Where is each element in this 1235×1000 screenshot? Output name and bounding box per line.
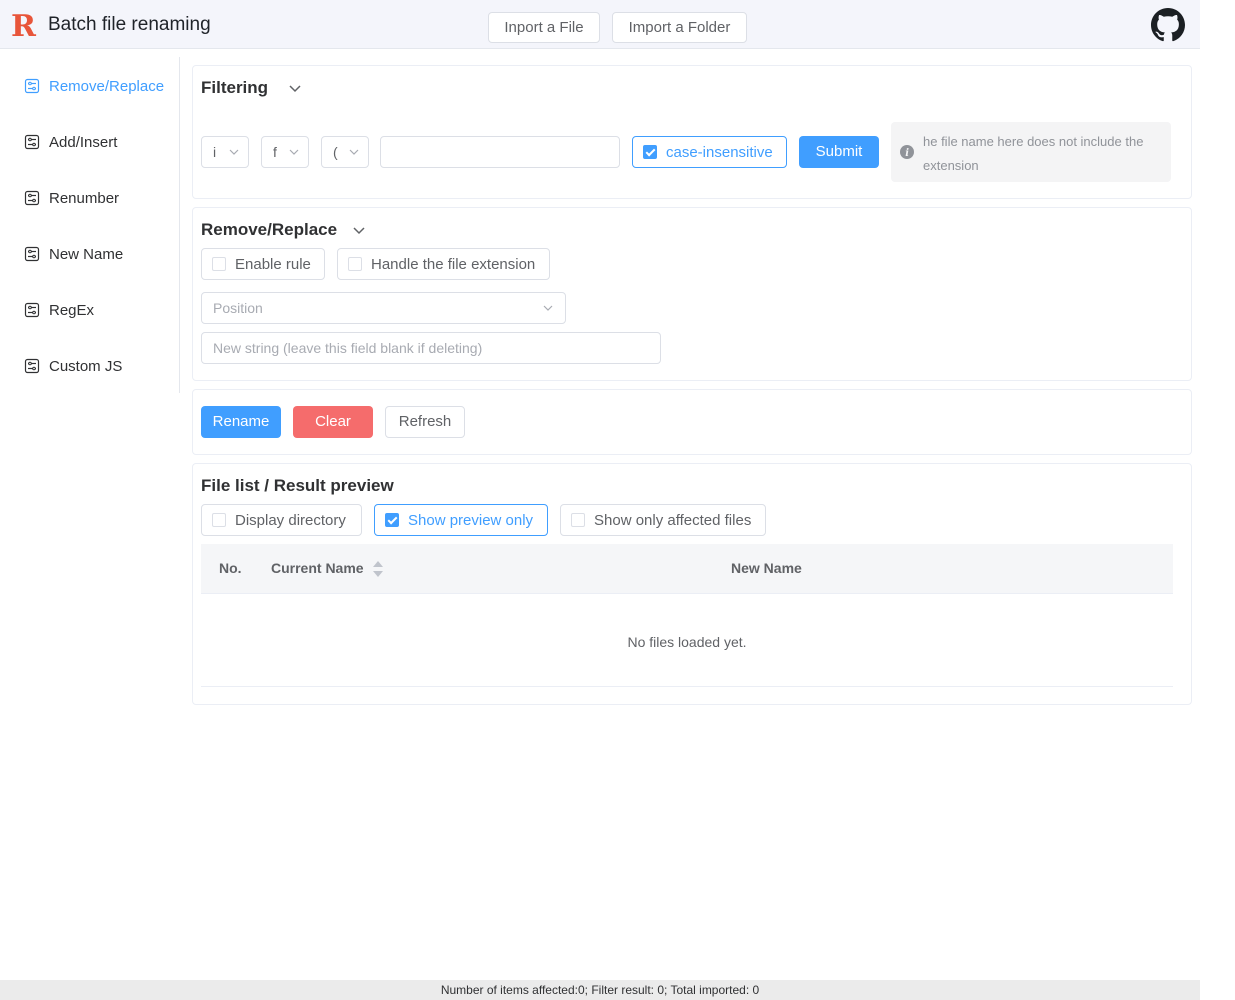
filter-input[interactable] [380, 136, 620, 168]
case-insensitive-label: case-insensitive [666, 143, 773, 161]
column-header-no: No. [219, 560, 242, 576]
empty-table-text: No files loaded yet. [627, 634, 747, 650]
remove-replace-title: Remove/Replace [201, 220, 338, 239]
sidebar-item-label: Renumber [49, 189, 120, 207]
svg-text:R: R [11, 9, 37, 39]
svg-text:i: i [905, 148, 909, 159]
handle-extension-checkbox[interactable]: Handle the file extension [337, 248, 550, 280]
chevron-down-icon [229, 149, 239, 155]
file-list-card: File list / Result preview Display direc… [192, 463, 1192, 705]
info-alert: i he file name here does not include the… [891, 122, 1171, 182]
column-header-new-name: New Name [731, 560, 802, 576]
sidebar-item-label: Remove/Replace [49, 77, 165, 95]
enable-rule-label: Enable rule [235, 255, 311, 273]
display-directory-label: Display directory [235, 511, 346, 529]
handle-extension-label: Handle the file extension [371, 255, 536, 273]
sidebar-item-label: RegEx [49, 301, 95, 319]
chevron-down-icon [289, 149, 299, 155]
filter-select-2-value: f [273, 144, 277, 160]
rule-icon [24, 134, 40, 150]
chevron-down-icon[interactable] [352, 223, 366, 237]
remove-replace-card: Remove/Replace Enable rule Handle the fi… [192, 207, 1192, 381]
rule-icon [24, 78, 40, 94]
status-bar: Number of items affected:0; Filter resul… [0, 980, 1200, 1000]
filter-select-1[interactable]: i [201, 136, 249, 168]
app-title: Batch file renaming [48, 14, 211, 35]
enable-rule-checkbox[interactable]: Enable rule [201, 248, 325, 280]
sidebar-item-new-name[interactable]: New Name [24, 244, 123, 264]
logo-r-icon: R [11, 9, 37, 39]
show-preview-only-checkbox[interactable]: Show preview only [374, 504, 548, 536]
filter-select-2[interactable]: f [261, 136, 309, 168]
sidebar-item-remove-replace[interactable]: Remove/Replace [24, 76, 164, 96]
sidebar-item-renumber[interactable]: Renumber [24, 188, 119, 208]
rule-icon [24, 190, 40, 206]
rename-button[interactable]: Rename [201, 406, 281, 438]
sidebar-item-custom-js[interactable]: Custom JS [24, 356, 122, 376]
filter-select-3-value: ( [333, 144, 338, 160]
new-string-input[interactable]: New string (leave this field blank if de… [201, 332, 661, 364]
sort-icon[interactable] [372, 560, 384, 578]
show-affected-label: Show only affected files [594, 511, 752, 529]
sidebar-item-label: Add/Insert [49, 133, 118, 151]
show-affected-checkbox[interactable]: Show only affected files [560, 504, 766, 536]
sidebar-item-regex[interactable]: RegEx [24, 300, 94, 320]
sidebar: Remove/Replace Add/Insert Renumber New N… [0, 57, 180, 393]
refresh-button[interactable]: Refresh [385, 406, 465, 438]
info-icon: i [900, 145, 914, 159]
checkbox-icon [212, 513, 226, 527]
github-icon[interactable] [1151, 8, 1185, 42]
case-insensitive-checkbox[interactable]: case-insensitive [632, 136, 787, 168]
chevron-down-icon[interactable] [288, 81, 302, 95]
filter-select-3[interactable]: ( [321, 136, 369, 168]
checkbox-checked-icon [385, 513, 399, 527]
rule-icon [24, 246, 40, 262]
display-directory-checkbox[interactable]: Display directory [201, 504, 362, 536]
import-folder-button[interactable]: Import a Folder [612, 12, 747, 43]
import-file-button[interactable]: Inport a File [488, 12, 600, 43]
show-preview-only-label: Show preview only [408, 511, 534, 529]
filter-select-1-value: i [213, 144, 217, 160]
checkbox-icon [571, 513, 585, 527]
table-header: No. Current Name New Name [201, 544, 1173, 594]
info-text: he file name here does not include the e… [923, 134, 1144, 173]
clear-button[interactable]: Clear [293, 406, 373, 438]
column-header-current-name[interactable]: Current Name [271, 560, 364, 576]
filtering-card: Filtering i f ( case-insensitive Submit … [192, 65, 1192, 199]
chevron-down-icon [543, 305, 553, 311]
position-select[interactable]: Position [201, 292, 566, 324]
chevron-down-icon [349, 149, 359, 155]
table-divider [201, 686, 1173, 687]
sidebar-item-label: New Name [49, 245, 124, 263]
file-list-title: File list / Result preview [201, 476, 394, 495]
checkbox-icon [212, 257, 226, 271]
submit-button[interactable]: Submit [799, 136, 879, 168]
actions-card: Rename Clear Refresh [192, 389, 1192, 455]
position-placeholder: Position [213, 300, 263, 316]
sidebar-item-add-insert[interactable]: Add/Insert [24, 132, 117, 152]
checkbox-icon [348, 257, 362, 271]
sidebar-item-label: Custom JS [49, 357, 123, 375]
checkbox-checked-icon [643, 145, 657, 159]
rule-icon [24, 358, 40, 374]
filtering-title: Filtering [201, 78, 269, 97]
app-header: R Batch file renaming Inport a File Impo… [0, 0, 1200, 49]
rule-icon [24, 302, 40, 318]
